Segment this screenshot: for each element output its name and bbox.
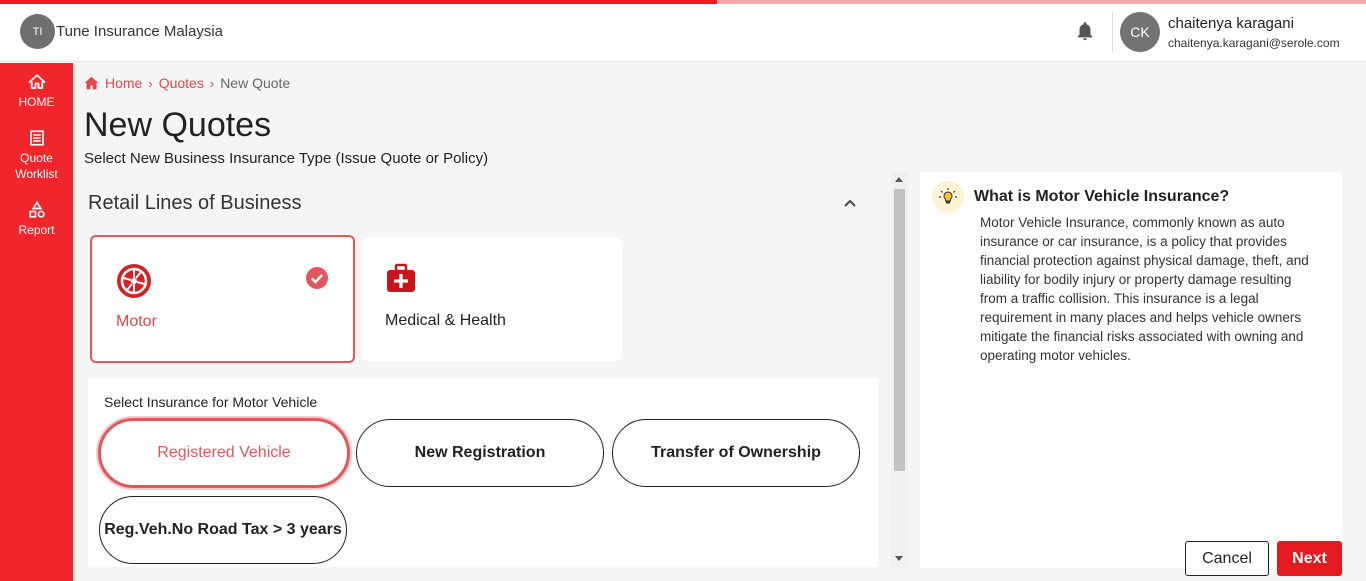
- user-email: chaitenya.karagani@serole.com: [1168, 36, 1340, 50]
- list-icon: [29, 130, 44, 146]
- business-line-label: Motor: [116, 313, 157, 330]
- next-button[interactable]: Next: [1277, 541, 1342, 576]
- content-scrollbar[interactable]: [891, 172, 908, 568]
- header-divider: [1112, 12, 1113, 52]
- info-panel: What is Motor Vehicle Insurance? Motor V…: [920, 172, 1342, 568]
- info-title: What is Motor Vehicle Insurance?: [974, 188, 1230, 205]
- scroll-down-arrow-icon[interactable]: [895, 556, 903, 561]
- breadcrumb-quotes-link[interactable]: Quotes: [159, 75, 204, 91]
- user-name: chaitenya karagani: [1168, 15, 1294, 32]
- info-body: Motor Vehicle Insurance, commonly known …: [980, 215, 1309, 363]
- breadcrumb-home-link[interactable]: Home: [105, 75, 142, 91]
- motor-insurance-panel: Select Insurance for Motor Vehicle Regis…: [88, 378, 878, 567]
- home-icon[interactable]: [84, 76, 99, 90]
- top-bar: TI Tune Insurance Malaysia CK chaitenya …: [0, 4, 1366, 62]
- panel-label: Select Insurance for Motor Vehicle: [104, 394, 318, 410]
- breadcrumb-current: New Quote: [220, 75, 291, 91]
- sidebar-item-home[interactable]: HOME: [0, 73, 73, 110]
- section-title: Retail Lines of Business: [88, 192, 302, 214]
- sidebar-item-label: Report: [18, 223, 55, 237]
- check-circle-icon: [306, 267, 328, 289]
- business-line-label: Medical & Health: [385, 312, 506, 329]
- page-title: New Quotes: [84, 106, 272, 144]
- sidebar-item-label: HOME: [18, 95, 55, 109]
- option-registered-vehicle[interactable]: Registered Vehicle: [98, 418, 350, 488]
- option-new-registration[interactable]: New Registration: [356, 419, 604, 487]
- sidebar-item-report[interactable]: Report: [0, 201, 73, 238]
- sidebar: HOME Quote Worklist Report: [0, 63, 73, 581]
- sidebar-item-label: Quote Worklist: [15, 151, 58, 181]
- scrollbar-thumb[interactable]: [894, 189, 905, 471]
- business-line-card-medical[interactable]: Medical & Health: [362, 237, 622, 361]
- cancel-button[interactable]: Cancel: [1185, 541, 1269, 576]
- home-icon: [28, 74, 45, 89]
- wheel-icon: [117, 264, 151, 298]
- chevron-up-icon[interactable]: [842, 195, 858, 211]
- chevron-right-icon: ›: [148, 75, 153, 91]
- business-line-card-motor[interactable]: Motor: [90, 235, 355, 363]
- lightbulb-icon: [932, 181, 964, 213]
- sidebar-item-quote-worklist[interactable]: Quote Worklist: [0, 129, 73, 182]
- report-icon: [28, 201, 45, 218]
- chevron-right-icon: ›: [209, 75, 215, 91]
- page-subtitle: Select New Business Insurance Type (Issu…: [84, 150, 489, 167]
- option-reg-veh-no-road-tax[interactable]: Reg.Veh.No Road Tax > 3 years: [99, 496, 347, 564]
- breadcrumb: Home › Quotes › New Quote: [84, 75, 290, 91]
- org-name: Tune Insurance Malaysia: [56, 23, 224, 40]
- bell-icon[interactable]: [1074, 19, 1096, 43]
- user-avatar[interactable]: CK: [1120, 12, 1160, 52]
- scroll-up-arrow-icon[interactable]: [895, 177, 903, 182]
- option-transfer-of-ownership[interactable]: Transfer of Ownership: [612, 419, 860, 487]
- medical-kit-icon: [387, 263, 415, 292]
- org-avatar: TI: [20, 14, 55, 49]
